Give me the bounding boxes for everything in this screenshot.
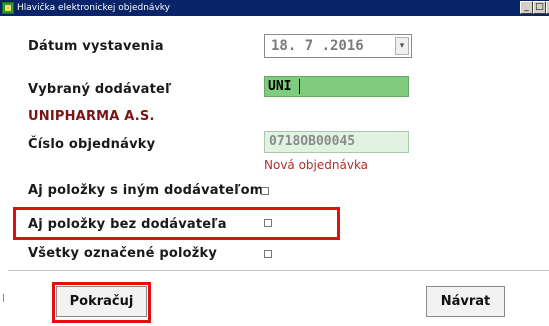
divider xyxy=(8,270,549,271)
title-bar: Hlavička elektronickej objednávky _ □ × xyxy=(0,0,549,16)
supplier-input[interactable]: UNI xyxy=(264,76,409,97)
text-caret xyxy=(299,79,300,94)
date-picker[interactable]: 18. 7 .2016 ▾ xyxy=(264,34,412,58)
window-title: Hlavička elektronickej objednávky xyxy=(17,3,170,13)
date-value: 18. 7 .2016 xyxy=(271,38,364,54)
order-number-value: 0718OB00045 xyxy=(269,134,356,149)
app-icon xyxy=(2,2,14,14)
option-all-marked-checkbox[interactable] xyxy=(264,250,272,258)
option-other-supplier-label: Aj položky s iným dodávateľom xyxy=(28,183,264,198)
supplier-value: UNI xyxy=(268,79,292,94)
supplier-name: UNIPHARMA A.S. xyxy=(28,109,155,124)
option-all-marked-label: Všetky označené položky xyxy=(28,246,218,261)
order-status: Nová objednávka xyxy=(264,158,369,172)
date-label: Dátum vystavenia xyxy=(28,39,164,54)
supplier-label: Vybraný dodávateľ xyxy=(28,82,172,97)
minimize-button[interactable]: _ xyxy=(520,1,533,14)
chevron-down-icon[interactable]: ▾ xyxy=(395,37,409,55)
order-number-field[interactable]: 0718OB00045 xyxy=(264,131,409,153)
highlight-box xyxy=(52,282,151,323)
highlight-box xyxy=(13,207,340,240)
maximize-button[interactable]: □ xyxy=(533,1,546,14)
back-button[interactable]: Návrat xyxy=(426,286,505,317)
order-number-label: Číslo objednávky xyxy=(28,137,156,152)
edge-mark xyxy=(3,294,4,302)
option-other-supplier-checkbox[interactable] xyxy=(261,187,269,195)
